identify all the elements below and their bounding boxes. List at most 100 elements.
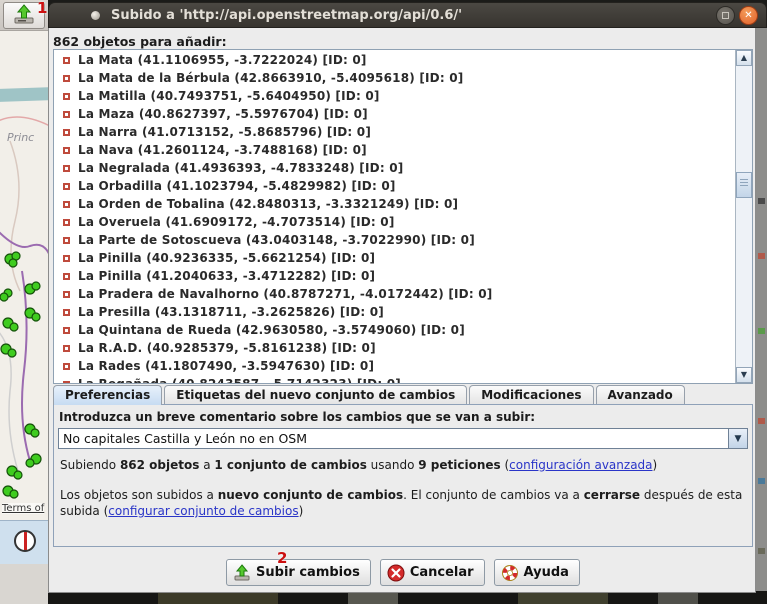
node-icon	[63, 219, 70, 226]
node-icon	[63, 309, 70, 316]
close-button[interactable]: ✕	[739, 6, 758, 25]
advanced-configuration-link[interactable]: configuración avanzada	[509, 458, 652, 472]
button-label: Ayuda	[524, 565, 569, 580]
upload-summary-text: Subiendo 862 objetos a 1 conjunto de cam…	[60, 457, 746, 473]
scroll-down-button[interactable]: ▼	[736, 367, 752, 383]
changeset-info-text: Los objetos son subidos a nuevo conjunto…	[60, 487, 746, 519]
list-item-label: La Regañada (40.8243587, -5.7142323) [ID…	[78, 377, 401, 383]
list-item-label: La Rades (41.1807490, -3.5947630) [ID: 0…	[78, 359, 374, 373]
upload-list-item[interactable]: La Regañada (40.8243587, -5.7142323) [ID…	[54, 375, 735, 383]
upload-list-item[interactable]: La Pinilla (40.9236335, -5.6621254) [ID:…	[54, 249, 735, 267]
node-icon	[63, 75, 70, 82]
map-footer-bar	[0, 520, 48, 564]
upload-list-item[interactable]: La Negralada (41.4936393, -4.7833248) [I…	[54, 159, 735, 177]
upload-list-item[interactable]: La Orbadilla (41.1023794, -5.4829982) [I…	[54, 177, 735, 195]
node-icon	[63, 93, 70, 100]
list-item-label: La Presilla (43.1318711, -3.2625826) [ID…	[78, 305, 384, 319]
upload-list-item[interactable]: La Narra (41.0713152, -5.8685796) [ID: 0…	[54, 123, 735, 141]
map-canvas	[0, 31, 48, 520]
node-icon	[63, 255, 70, 262]
chevron-down-icon: ▼	[735, 434, 742, 444]
list-item-label: La Matilla (40.7493751, -5.6404950) [ID:…	[78, 89, 380, 103]
upload-list-item[interactable]: La Quintana de Rueda (42.9630580, -3.574…	[54, 321, 735, 339]
cancel-icon	[387, 564, 405, 582]
preferences-tab-panel: Introduzca un breve comentario sobre los…	[53, 404, 753, 547]
tab-modificaciones[interactable]: Modificaciones	[469, 385, 593, 405]
map-attribution-link[interactable]: Terms of	[2, 503, 44, 514]
map-view[interactable]: Princ Terms of	[0, 31, 48, 520]
list-item-label: La Pinilla (40.9236335, -5.6621254) [ID:…	[78, 251, 375, 265]
left-panel-bottom	[0, 564, 48, 604]
comment-label: Introduzca un breve comentario sobre los…	[59, 410, 535, 424]
dialog-window-icon	[91, 11, 100, 20]
help-button[interactable]: Ayuda	[494, 559, 580, 586]
list-item-label: La Mata (41.1106955, -3.7222024) [ID: 0]	[78, 53, 367, 67]
upload-list-item[interactable]: La Overuela (41.6909172, -4.7073514) [ID…	[54, 213, 735, 231]
tab-avanzado[interactable]: Avanzado	[596, 385, 685, 405]
node-icon	[63, 273, 70, 280]
upload-list-item[interactable]: La Orden de Tobalina (42.8480313, -3.332…	[54, 195, 735, 213]
node-icon	[63, 363, 70, 370]
node-icon	[63, 183, 70, 190]
upload-list-item[interactable]: La Nava (41.2601124, -3.7488168) [ID: 0]	[54, 141, 735, 159]
button-label: Subir cambios	[256, 565, 360, 580]
upload-list-item[interactable]: La R.A.D. (40.9285379, -5.8161238) [ID: …	[54, 339, 735, 357]
configure-changeset-link[interactable]: configurar conjunto de cambios	[108, 504, 298, 518]
upload-list-item[interactable]: La Presilla (43.1318711, -3.2625826) [ID…	[54, 303, 735, 321]
dialog-titlebar[interactable]: Subido a 'http://api.openstreetmap.org/a…	[48, 2, 767, 28]
upload-list-item[interactable]: La Maza (40.8627397, -5.5976704) [ID: 0]	[54, 105, 735, 123]
node-icon	[63, 129, 70, 136]
button-label: Cancelar	[410, 565, 474, 580]
node-icon	[63, 327, 70, 334]
node-icon	[63, 201, 70, 208]
upload-list-item[interactable]: La Pradera de Navalhorno (40.8787271, -4…	[54, 285, 735, 303]
list-item-label: La R.A.D. (40.9285379, -5.8161238) [ID: …	[78, 341, 376, 355]
node-icon	[63, 57, 70, 64]
upload-icon	[233, 564, 251, 582]
tab-bar: PreferenciasEtiquetas del nuevo conjunto…	[53, 385, 685, 405]
compass-icon[interactable]	[14, 530, 36, 552]
maximize-button[interactable]	[716, 6, 735, 25]
annotation-marker-1: 1	[37, 0, 47, 17]
maximize-icon	[722, 12, 729, 19]
list-item-label: La Mata de la Bérbula (42.8663910, -5.40…	[78, 71, 463, 85]
node-icon	[63, 165, 70, 172]
upload-list-item[interactable]: La Pinilla (41.2040633, -3.4712282) [ID:…	[54, 267, 735, 285]
node-icon	[63, 147, 70, 154]
dialog-body: 862 objetos para añadir: La Mata (41.110…	[48, 28, 756, 593]
tab-etiquetas[interactable]: Etiquetas del nuevo conjunto de cambios	[164, 385, 467, 405]
screen: Princ Terms of Subido a 'http://api.open…	[0, 0, 767, 604]
dialog-button-row: Subir cambios Cancelar Ayuda	[49, 559, 757, 586]
upload-list-item[interactable]: La Parte de Sotoscueva (43.0403148, -3.7…	[54, 231, 735, 249]
node-icon	[63, 111, 70, 118]
list-item-label: La Nava (41.2601124, -3.7488168) [ID: 0]	[78, 143, 367, 157]
list-item-label: La Narra (41.0713152, -5.8685796) [ID: 0…	[78, 125, 371, 139]
upload-dialog: Subido a 'http://api.openstreetmap.org/a…	[48, 2, 767, 591]
comment-value[interactable]: No capitales Castilla y León no en OSM	[59, 431, 728, 446]
annotation-marker-2: 2	[277, 549, 287, 567]
scroll-thumb[interactable]	[736, 172, 752, 198]
upload-list-item[interactable]: La Matilla (40.7493751, -5.6404950) [ID:…	[54, 87, 735, 105]
upload-list-item[interactable]: La Mata (41.1106955, -3.7222024) [ID: 0]	[54, 51, 735, 69]
node-icon	[63, 345, 70, 352]
help-icon	[501, 564, 519, 582]
scroll-up-button[interactable]: ▲	[736, 50, 752, 66]
list-item-label: La Maza (40.8627397, -5.5976704) [ID: 0]	[78, 107, 368, 121]
node-icon	[63, 381, 70, 384]
list-item-label: La Orbadilla (41.1023794, -5.4829982) [I…	[78, 179, 396, 193]
list-item-label: La Negralada (41.4936393, -4.7833248) [I…	[78, 161, 403, 175]
changeset-comment-combobox[interactable]: No capitales Castilla y León no en OSM ▼	[58, 428, 748, 449]
combo-dropdown-button[interactable]: ▼	[728, 429, 747, 448]
upload-button[interactable]: Subir cambios	[226, 559, 371, 586]
list-scrollbar[interactable]: ▲ ▼	[735, 50, 752, 383]
objects-count-label: 862 objetos para añadir:	[53, 34, 227, 49]
list-item-label: La Parte de Sotoscueva (43.0403148, -3.7…	[78, 233, 475, 247]
map-town-label: Princ	[7, 131, 34, 144]
node-icon	[63, 291, 70, 298]
tab-preferencias[interactable]: Preferencias	[53, 385, 162, 405]
upload-list-item[interactable]: La Rades (41.1807490, -3.5947630) [ID: 0…	[54, 357, 735, 375]
list-item-label: La Quintana de Rueda (42.9630580, -3.574…	[78, 323, 465, 337]
upload-list-item[interactable]: La Mata de la Bérbula (42.8663910, -5.40…	[54, 69, 735, 87]
dialog-title: Subido a 'http://api.openstreetmap.org/a…	[111, 8, 462, 23]
cancel-button[interactable]: Cancelar	[380, 559, 485, 586]
